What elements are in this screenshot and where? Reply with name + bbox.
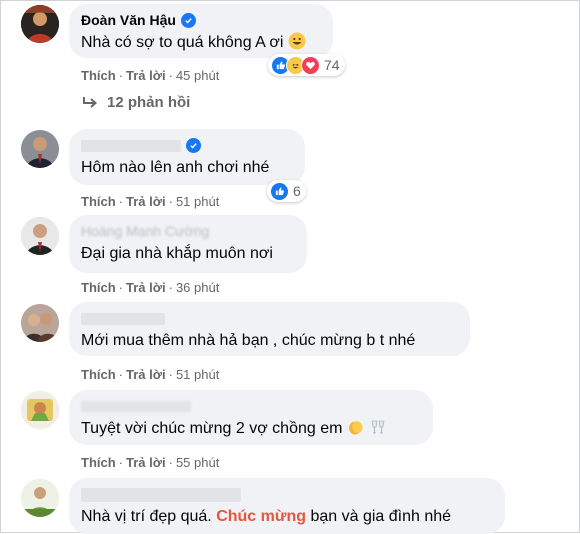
comment-actions: Thích · Trả lời · 36 phút: [81, 280, 219, 295]
comment-author[interactable]: [81, 137, 293, 154]
comment-bubble: Mới mua thêm nhà hả bạn , chúc mừng b t …: [69, 302, 470, 356]
comment-author[interactable]: Đoàn Văn Hậu: [81, 12, 321, 29]
comment-actions: Thích · Trả lời · 45 phút: [81, 68, 219, 83]
comment-bubble: Nhà vị trí đẹp quá. Chúc mừng bạn và gia…: [69, 478, 505, 534]
separator: ·: [168, 194, 173, 209]
reply-link[interactable]: Trả lời: [126, 455, 166, 470]
reply-link[interactable]: Trả lời: [126, 68, 166, 83]
author-name[interactable]: Đoàn Văn Hậu: [81, 12, 176, 29]
comment-actions: Thích · Trả lời · 51 phút: [81, 367, 219, 382]
separator: ·: [118, 68, 124, 83]
separator: ·: [118, 280, 124, 295]
like-link[interactable]: Thích: [81, 194, 116, 209]
separator: ·: [168, 455, 173, 470]
comment-bubble: Hoàng Mạnh Cường Đại gia nhà khắp muôn n…: [69, 215, 307, 273]
comment-actions: Thích · Trả lời · 55 phút: [81, 455, 219, 470]
comment-actions: Thích · Trả lời · 51 phút: [81, 194, 219, 209]
redacted-name: [81, 139, 181, 152]
reaction-summary[interactable]: 74: [268, 54, 345, 76]
like-link[interactable]: Thích: [81, 68, 116, 83]
view-replies-button[interactable]: 12 phản hồi: [81, 94, 190, 111]
comment-thread: Đoàn Văn Hậu Nhà có sợ to quá không A ơi: [0, 0, 580, 534]
avatar[interactable]: [21, 391, 59, 429]
comment-author[interactable]: [81, 310, 458, 327]
avatar[interactable]: [21, 217, 59, 255]
comment-bubble: Đoàn Văn Hậu Nhà có sợ to quá không A ơi: [69, 4, 333, 58]
reply-link[interactable]: Trả lời: [126, 367, 166, 382]
highlighted-text: Chúc mừng: [216, 508, 307, 525]
comment-text: Hôm nào lên anh chơi nhé: [81, 159, 270, 176]
verified-badge-icon: [186, 138, 201, 153]
comment-bubble: Tuyệt vời chúc mừng 2 vợ chồng em: [69, 390, 433, 445]
avatar[interactable]: [21, 304, 59, 342]
separator: ·: [118, 367, 124, 382]
comment-text: Tuyệt vời chúc mừng 2 vợ chồng em: [81, 418, 421, 443]
separator: ·: [118, 455, 124, 470]
comment-time[interactable]: 55 phút: [176, 455, 219, 470]
like-icon: [270, 181, 289, 201]
reply-link[interactable]: Trả lời: [126, 280, 166, 295]
separator: ·: [118, 194, 124, 209]
separator: ·: [168, 367, 173, 382]
reaction-count: 74: [324, 57, 340, 73]
comment-bubble: Hôm nào lên anh chơi nhé: [69, 129, 305, 185]
replies-label: 12 phản hồi: [107, 94, 191, 111]
separator: ·: [168, 280, 173, 295]
comment-author[interactable]: [81, 398, 421, 415]
like-link[interactable]: Thích: [81, 367, 116, 382]
comment-text: Đại gia nhà khắp muôn nơi: [81, 245, 273, 262]
redacted-name: [81, 401, 191, 412]
comment-author[interactable]: Hoàng Mạnh Cường: [81, 223, 295, 240]
avatar-photo-icon: [21, 391, 59, 429]
comment-text: Mới mua thêm nhà hả bạn , chúc mừng b t …: [81, 332, 416, 349]
comment-text-content: Tuyệt vời chúc mừng 2 vợ chồng em: [81, 420, 343, 437]
verified-badge-icon: [180, 13, 196, 28]
comment-time[interactable]: 51 phút: [176, 367, 219, 382]
avatar[interactable]: [21, 479, 59, 517]
comment-time[interactable]: 51 phút: [176, 194, 219, 209]
avatar-photo-icon: [21, 217, 59, 255]
avatar-photo-icon: [21, 304, 59, 342]
clinking-glasses-icon: [369, 418, 387, 443]
comment-text-content: Nhà vị trí đẹp quá.: [81, 508, 212, 525]
avatar-photo-icon: [21, 130, 59, 168]
redacted-name: [81, 312, 165, 325]
reaction-summary[interactable]: 6: [267, 180, 306, 202]
comment-text-content: bạn và gia đình nhé: [310, 508, 452, 525]
redacted-name: [81, 487, 241, 502]
comment-time[interactable]: 45 phút: [176, 68, 219, 83]
separator: ·: [168, 68, 173, 83]
avatar[interactable]: [21, 5, 59, 43]
love-icon: [301, 55, 320, 75]
avatar[interactable]: [21, 130, 59, 168]
avatar-photo-icon: [21, 5, 59, 43]
like-link[interactable]: Thích: [81, 280, 116, 295]
avatar-photo-icon: [21, 479, 59, 517]
like-link[interactable]: Thích: [81, 455, 116, 470]
comment-text-content: Nhà có sợ to quá không A ơi: [81, 34, 284, 51]
reply-link[interactable]: Trả lời: [126, 194, 166, 209]
comment-time[interactable]: 36 phút: [176, 280, 219, 295]
comment-author[interactable]: [81, 486, 493, 503]
reply-arrow-icon: [83, 96, 98, 108]
reaction-count: 6: [293, 183, 301, 199]
comment-text: Nhà vị trí đẹp quá. Chúc mừng bạn và gia…: [81, 506, 493, 528]
clapping-hands-icon: [347, 418, 365, 443]
